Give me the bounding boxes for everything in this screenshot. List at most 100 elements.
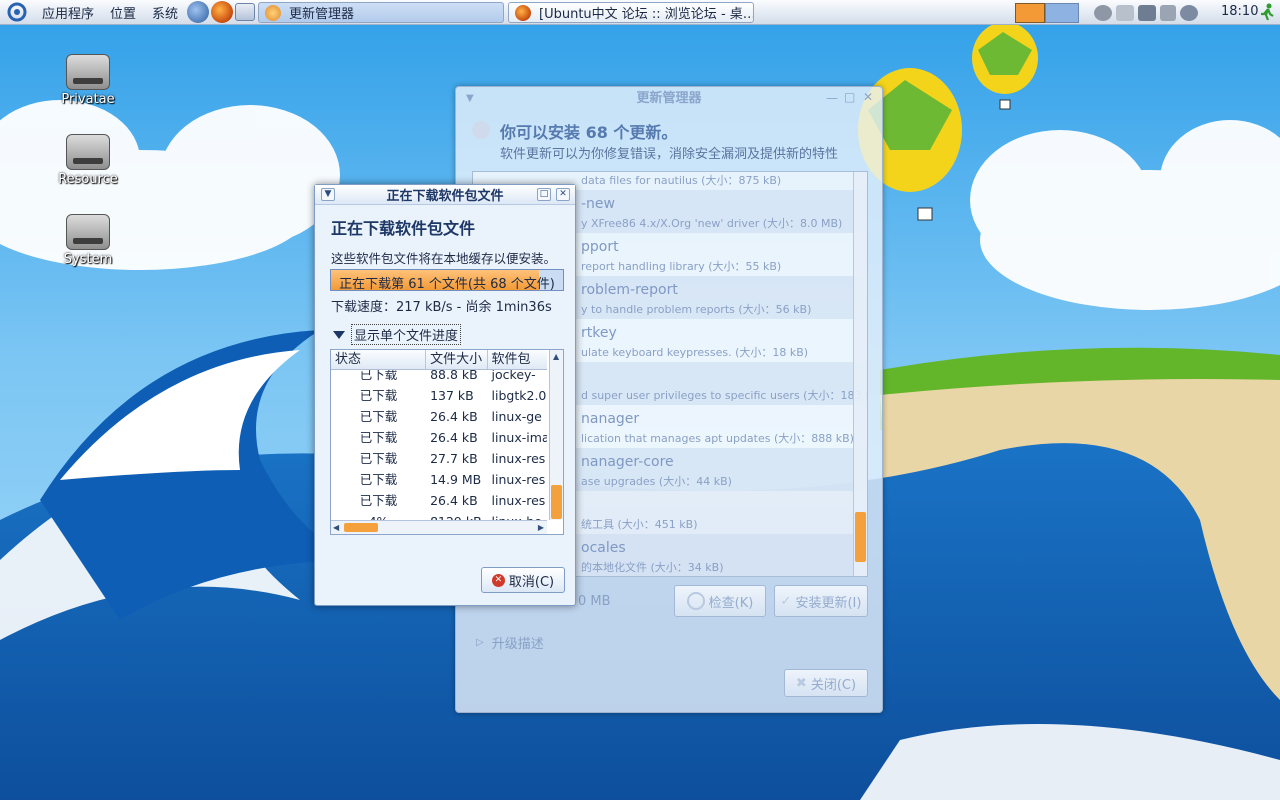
update-subtitle: 软件更新可以为你修复错误，消除安全漏洞及提供新的特性 <box>500 147 839 162</box>
file-progress-expander[interactable]: 显示单个文件进度 <box>333 324 462 345</box>
file-status: 已下载 <box>359 451 398 466</box>
maximize-icon[interactable]: □ <box>537 188 551 201</box>
window-menu-icon[interactable]: ▼ <box>466 93 474 104</box>
file-table-header: 状态 文件大小 软件包 <box>331 350 547 370</box>
file-table-row[interactable]: 已下载 137 kB libgtk2.0 <box>331 385 547 406</box>
expander-label: 升级描述 <box>491 637 544 652</box>
settings-gear-icon[interactable] <box>1094 4 1112 21</box>
file-progress-table[interactable]: 已下载 88.8 kB jockey- 已下载 137 kB libgtk2.0 已下载 26… <box>330 349 564 535</box>
file-size: 26.4 kB <box>430 409 478 424</box>
file-table-body[interactable]: 已下载 88.8 kB jockey- 已下载 137 kB libgtk2.0 已下载 26… <box>331 364 547 522</box>
volume-icon[interactable] <box>1160 4 1176 21</box>
update-description: 的本地化文件 (大小：34 kB) <box>581 561 724 574</box>
file-status: 已下载 <box>359 430 398 445</box>
workspace-1[interactable] <box>1015 2 1045 23</box>
printer-icon[interactable] <box>1116 4 1134 21</box>
table-horizontal-scrollbar[interactable]: ◀ ▶ <box>331 520 547 534</box>
top-panel: 应用程序 位置 系统 更新管理器 [Ubuntu中文 论坛 :: 浏览论坛 - … <box>0 0 1280 25</box>
file-size: 14.9 MB <box>430 472 482 487</box>
window-titlebar[interactable]: 更新管理器 <box>456 87 882 111</box>
file-status: 已下载 <box>359 409 398 424</box>
scroll-right-icon[interactable]: ▶ <box>538 523 544 532</box>
check-button[interactable]: 检查(K) <box>674 585 766 617</box>
file-size: 137 kB <box>430 388 474 403</box>
dialog-heading: 正在下载软件包文件 <box>331 219 476 238</box>
update-description: lication that manages apt updates (大小：88… <box>581 432 854 445</box>
update-manager-icon <box>265 4 281 21</box>
download-size-text: 0 MB <box>578 594 611 609</box>
dialog-description: 这些软件包文件将在本地缓存以便安装。 <box>331 251 557 266</box>
task-update-manager[interactable]: 更新管理器 <box>258 2 504 23</box>
mail-launcher-icon[interactable] <box>235 3 256 21</box>
file-package: linux-res <box>491 493 546 508</box>
install-button-label: 安装更新(I) <box>795 595 862 611</box>
file-package: linux-res <box>491 451 546 466</box>
desktop-icon-resource[interactable]: Resource <box>48 134 128 187</box>
scrollbar-thumb[interactable] <box>551 485 562 519</box>
thunderbird-launcher-icon[interactable] <box>187 1 210 23</box>
window-title: 更新管理器 <box>636 91 702 106</box>
update-description: 统工具 (大小：451 kB) <box>581 518 698 531</box>
file-status: 已下载 <box>359 472 398 487</box>
close-button[interactable]: ✖ 关闭(C) <box>784 669 868 697</box>
firefox-icon <box>515 4 531 21</box>
ubuntu-logo-icon[interactable] <box>6 1 30 23</box>
cancel-button[interactable]: ✕ 取消(C) <box>481 567 565 593</box>
drive-icon <box>66 214 110 250</box>
update-name: nanager-core <box>581 454 674 470</box>
workspace-switcher[interactable] <box>1015 0 1081 25</box>
progress-text: 正在下载第 61 个文件(共 68 个文件) <box>339 277 555 291</box>
logout-runner-icon[interactable] <box>1258 3 1276 21</box>
file-status: 已下载 <box>359 493 398 508</box>
clock[interactable]: 18:10 <box>1221 4 1258 19</box>
network-icon[interactable] <box>1138 4 1156 21</box>
file-size: 26.4 kB <box>430 493 478 508</box>
file-table-row[interactable]: 已下载 27.7 kB linux-res <box>331 448 547 469</box>
file-table-row[interactable]: 已下载 14.9 MB linux-res <box>331 469 547 490</box>
scrollbar-thumb[interactable] <box>344 523 378 532</box>
close-button-label: 关闭(C) <box>810 677 857 693</box>
column-header-size[interactable]: 文件大小 <box>426 350 488 369</box>
update-description: y XFree86 4.x/X.Org 'new' driver (大小：8.0… <box>581 217 843 230</box>
file-table-row[interactable]: 已下载 26.4 kB linux-res <box>331 490 547 511</box>
scroll-up-icon[interactable]: ▲ <box>553 352 559 361</box>
update-name: roblem-report <box>581 282 678 298</box>
scroll-left-icon[interactable]: ◀ <box>333 523 339 532</box>
notification-icon[interactable] <box>1180 4 1198 21</box>
update-description: y to handle problem reports (大小：56 kB) <box>581 303 812 316</box>
workspace-2[interactable] <box>1045 2 1079 23</box>
table-vertical-scrollbar[interactable]: ▲ <box>549 350 563 520</box>
file-package: linux-res <box>491 472 546 487</box>
download-speed: 下载速度：217 kB/s - 尚余 1min36s <box>331 300 552 315</box>
upgrade-description-expander[interactable]: ▷ 升级描述 <box>476 633 544 652</box>
firefox-launcher-icon[interactable] <box>211 1 234 23</box>
close-x-icon: ✖ <box>795 675 807 691</box>
system-tray <box>1092 0 1200 25</box>
task-label: 更新管理器 <box>289 7 355 22</box>
dialog-titlebar[interactable]: ▼ 正在下载软件包文件 □ ✕ <box>315 185 575 205</box>
update-icon <box>472 121 490 139</box>
close-icon[interactable]: ✕ <box>556 188 570 201</box>
maximize-icon[interactable]: □ <box>844 90 855 104</box>
update-description: ase upgrades (大小：44 kB) <box>581 475 732 488</box>
column-header-package[interactable]: 软件包 <box>488 350 547 369</box>
update-description: ulate keyboard keypresses. (大小：18 kB) <box>581 346 809 359</box>
task-firefox[interactable]: [Ubuntu中文 论坛 :: 浏览论坛 - 桌… <box>508 2 754 23</box>
column-header-status[interactable]: 状态 <box>331 350 427 369</box>
menu-system[interactable]: 系统 <box>144 3 186 22</box>
file-size: 26.4 kB <box>430 430 478 445</box>
install-updates-button[interactable]: ✓ 安装更新(I) <box>774 585 868 617</box>
file-table-row[interactable]: 已下载 26.4 kB linux-ge <box>331 406 547 427</box>
download-dialog: ▼ 正在下载软件包文件 □ ✕ 正在下载软件包文件 这些软件包文件将在本地缓存以… <box>314 184 576 606</box>
menu-places[interactable]: 位置 <box>102 3 144 22</box>
close-icon[interactable]: ✕ <box>863 90 873 104</box>
file-status: 已下载 <box>359 388 398 403</box>
desktop-icon-privatae[interactable]: Privatae <box>48 54 128 107</box>
menu-applications[interactable]: 应用程序 <box>34 3 102 22</box>
desktop-icon-system[interactable]: System <box>48 214 128 267</box>
minimize-icon[interactable]: — <box>826 91 838 105</box>
file-table-row[interactable]: 已下载 26.4 kB linux-ima <box>331 427 547 448</box>
update-list-scrollbar[interactable] <box>853 172 867 576</box>
update-description: d super user privileges to specific user… <box>581 389 868 402</box>
scrollbar-thumb[interactable] <box>855 512 866 562</box>
